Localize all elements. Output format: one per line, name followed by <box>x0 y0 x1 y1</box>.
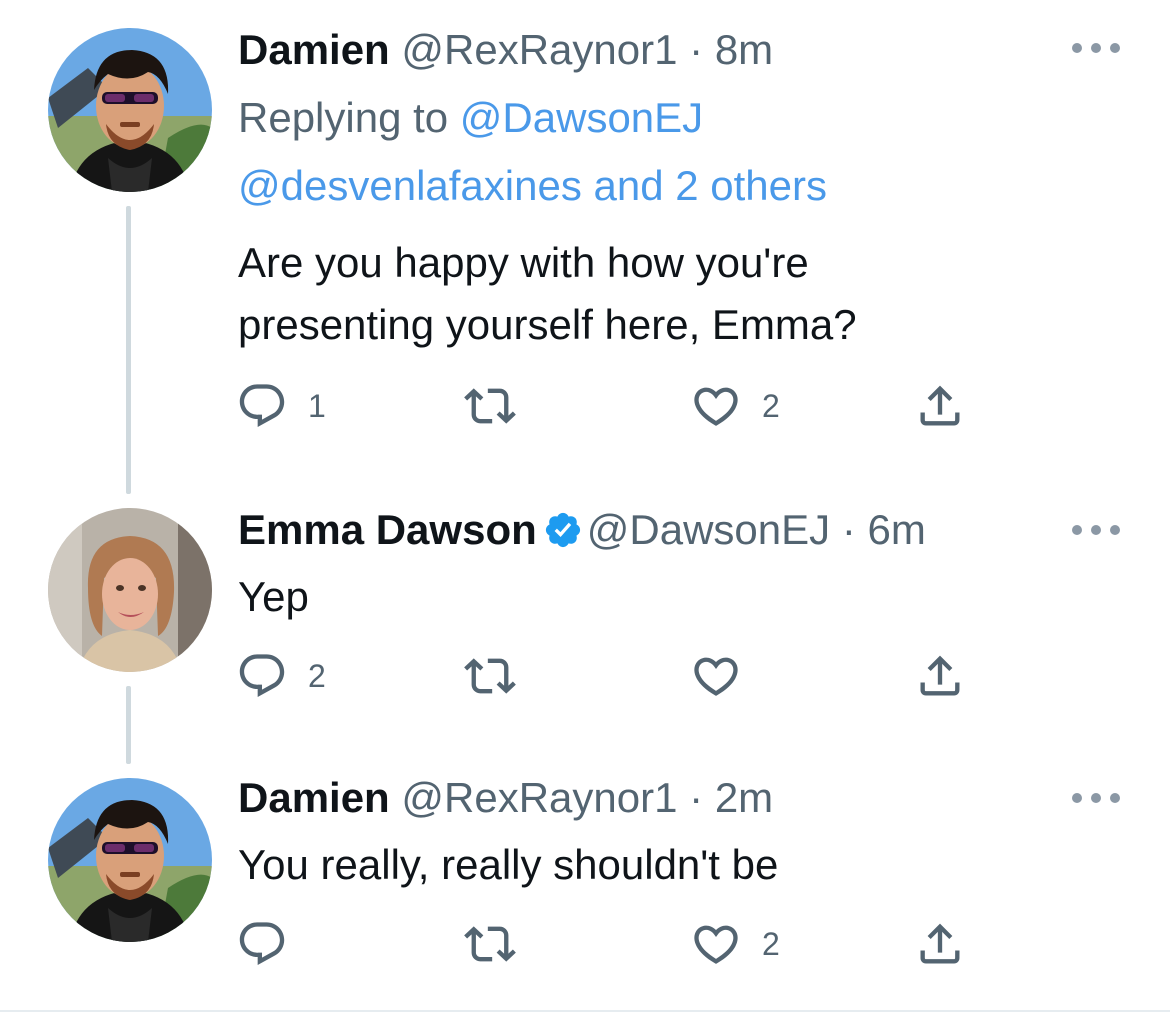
speech-bubble-icon <box>236 650 288 702</box>
thread-line <box>126 686 131 764</box>
replying-prefix: Replying to <box>238 94 449 141</box>
user-handle[interactable]: @DawsonEJ <box>587 506 830 553</box>
tweet-timestamp[interactable]: 2m <box>715 774 773 821</box>
like-button[interactable]: 2 <box>690 378 780 434</box>
share-upload-icon <box>914 918 966 970</box>
tweet-text-line-1: Yep <box>238 573 309 620</box>
like-button[interactable] <box>690 648 742 704</box>
reply-button[interactable]: 2 <box>236 648 326 704</box>
share-button[interactable] <box>914 916 966 972</box>
tweet-header: Damien @RexRaynor1 · 8m <box>238 22 773 78</box>
user-handle[interactable]: @RexRaynor1 <box>401 774 677 821</box>
tweet-timestamp[interactable]: 8m <box>715 26 773 73</box>
more-horizontal-icon[interactable] <box>1072 786 1120 810</box>
display-name[interactable]: Damien <box>238 774 390 821</box>
reply-button[interactable] <box>236 916 288 972</box>
thread-line <box>126 206 131 494</box>
like-count: 2 <box>762 925 780 962</box>
heart-icon <box>690 918 742 970</box>
separator-dot: · <box>841 506 856 553</box>
more-horizontal-icon[interactable] <box>1072 518 1120 542</box>
replying-to: Replying to @DawsonEJ <box>238 86 703 150</box>
verified-badge-icon <box>543 510 583 550</box>
retweet-button[interactable] <box>464 916 516 972</box>
retweet-button[interactable] <box>464 378 516 434</box>
display-name[interactable]: Damien <box>238 26 390 73</box>
replying-to-link[interactable]: @DawsonEJ <box>460 94 703 141</box>
replying-others-link[interactable]: @desvenlafaxines and 2 others <box>238 154 827 218</box>
share-button[interactable] <box>914 378 966 434</box>
share-upload-icon <box>914 650 966 702</box>
avatar-damien-image <box>48 778 212 942</box>
tweet-text-line-2: presenting yourself here, Emma? <box>238 301 857 348</box>
user-handle[interactable]: @RexRaynor1 <box>401 26 677 73</box>
like-button[interactable]: 2 <box>690 916 780 972</box>
like-count: 2 <box>762 387 780 424</box>
avatar[interactable] <box>48 778 212 942</box>
avatar[interactable] <box>48 28 212 192</box>
divider <box>0 1010 1170 1012</box>
share-button[interactable] <box>914 648 966 704</box>
reply-count: 1 <box>308 387 326 424</box>
separator-dot: · <box>689 774 704 821</box>
tweet-timestamp[interactable]: 6m <box>868 506 926 553</box>
heart-icon <box>690 380 742 432</box>
reply-count: 2 <box>308 657 326 694</box>
retweet-icon <box>464 650 516 702</box>
retweet-icon <box>464 380 516 432</box>
tweet-text-line-1: Are you happy with how you're <box>238 239 809 286</box>
retweet-icon <box>464 918 516 970</box>
reply-button[interactable]: 1 <box>236 378 326 434</box>
avatar-damien-image <box>48 28 212 192</box>
separator-dot: · <box>689 26 704 73</box>
avatar-emma-image <box>48 508 212 672</box>
display-name[interactable]: Emma Dawson <box>238 506 537 553</box>
share-upload-icon <box>914 380 966 432</box>
avatar[interactable] <box>48 508 212 672</box>
retweet-button[interactable] <box>464 648 516 704</box>
tweet-header: Damien @RexRaynor1 · 2m <box>238 770 773 826</box>
tweet-header: Emma Dawson @DawsonEJ · 6m <box>238 502 926 558</box>
heart-icon <box>690 650 742 702</box>
speech-bubble-icon <box>236 918 288 970</box>
speech-bubble-icon <box>236 380 288 432</box>
more-horizontal-icon[interactable] <box>1072 36 1120 60</box>
tweet-text-line-1: You really, really shouldn't be <box>238 841 779 888</box>
